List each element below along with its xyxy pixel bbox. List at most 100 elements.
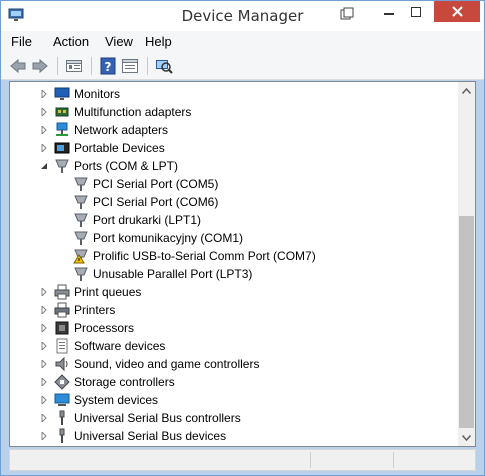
tree-item-label: Software devices — [74, 339, 166, 353]
tree-item-port-komunikacyjny-com1[interactable]: Port komunikacyjny (COM1) — [10, 229, 460, 247]
tree-item-label: Universal Serial Bus devices — [74, 429, 227, 443]
expand-icon[interactable] — [40, 432, 48, 440]
storage-controller-icon — [54, 374, 70, 390]
tree-item-port-drukarki-lpt1[interactable]: Port drukarki (LPT1) — [10, 211, 460, 229]
software-device-icon — [56, 338, 68, 354]
tree-item-sound-video-game-controllers[interactable]: Sound, video and game controllers — [10, 355, 460, 373]
close-button[interactable] — [434, 1, 480, 22]
menu-help[interactable]: Help — [145, 34, 172, 49]
menu-action[interactable]: Action — [53, 34, 89, 49]
tree-item-usb-devices[interactable]: Universal Serial Bus devices — [10, 427, 460, 445]
status-divider — [393, 452, 394, 468]
device-tree: Monitors Multifunction adapters Network … — [10, 82, 460, 446]
forward-icon[interactable] — [31, 57, 49, 75]
network-adapter-icon — [56, 122, 68, 136]
status-bar — [9, 449, 476, 471]
toolbar: ? — [1, 53, 484, 80]
expand-icon[interactable] — [40, 324, 48, 332]
port-warning-icon — [73, 249, 88, 264]
monitor-icon — [54, 87, 70, 100]
port-icon — [74, 267, 88, 281]
back-icon[interactable] — [9, 57, 27, 75]
scroll-up-button[interactable] — [458, 82, 475, 99]
tree-item-storage-controllers[interactable]: Storage controllers — [10, 373, 460, 391]
expand-icon[interactable] — [40, 108, 48, 116]
title-bar[interactable]: Device Manager — [1, 1, 484, 31]
tree-item-label: Port komunikacyjny (COM1) — [93, 231, 244, 245]
chevron-down-icon — [462, 434, 471, 441]
tree-item-label: Universal Serial Bus controllers — [74, 411, 241, 425]
expand-icon[interactable] — [40, 126, 48, 134]
device-manager-window: Device Manager File Action View Help ? M… — [0, 0, 485, 476]
expand-icon[interactable] — [40, 378, 48, 386]
tree-item-software-devices[interactable]: Software devices — [10, 337, 460, 355]
tree-item-label: Print queues — [74, 285, 142, 299]
tree-item-usb-controllers[interactable]: Universal Serial Bus controllers — [10, 409, 460, 427]
minimize-button[interactable] — [375, 1, 402, 22]
maximize-button[interactable] — [402, 1, 429, 22]
maximize-icon — [410, 6, 421, 17]
expand-icon[interactable] — [40, 306, 48, 314]
printer-icon — [54, 302, 70, 318]
system-device-icon — [54, 393, 70, 406]
svg-text:?: ? — [105, 60, 112, 74]
chevron-up-icon — [462, 87, 471, 94]
tree-item-printers[interactable]: Printers — [10, 301, 460, 319]
menu-file[interactable]: File — [11, 34, 32, 49]
tree-item-label: Multifunction adapters — [74, 105, 192, 119]
portable-device-icon — [54, 142, 70, 154]
port-icon — [74, 177, 88, 191]
tree-item-system-devices[interactable]: System devices — [10, 391, 460, 409]
tree-item-pci-serial-port-com5[interactable]: PCI Serial Port (COM5) — [10, 175, 460, 193]
scroll-down-button[interactable] — [458, 429, 475, 446]
tree-item-unusable-parallel-port-lpt3[interactable]: Unusable Parallel Port (LPT3) — [10, 265, 460, 283]
tree-item-prolific-usb-serial-com7[interactable]: Prolific USB-to-Serial Comm Port (COM7) — [10, 247, 460, 265]
vertical-scrollbar[interactable] — [458, 82, 475, 446]
tree-item-label: Sound, video and game controllers — [74, 357, 260, 371]
tree-item-multifunction-adapters[interactable]: Multifunction adapters — [10, 103, 460, 121]
help-icon[interactable]: ? — [99, 57, 117, 75]
processor-icon — [55, 321, 69, 335]
multifunction-adapter-icon — [55, 107, 69, 117]
show-hide-icon[interactable] — [121, 57, 139, 75]
scroll-thumb[interactable] — [459, 216, 474, 428]
usb-icon — [59, 410, 65, 425]
properties-icon[interactable] — [65, 57, 83, 75]
expand-icon[interactable] — [40, 90, 48, 98]
toolbar-separator — [147, 57, 148, 75]
expand-icon[interactable] — [40, 288, 48, 296]
tree-item-label: PCI Serial Port (COM5) — [93, 177, 219, 191]
tree-item-label: Portable Devices — [74, 141, 165, 155]
usb-icon — [59, 428, 65, 443]
status-divider — [310, 452, 311, 468]
scan-hardware-icon[interactable] — [155, 57, 173, 75]
tree-item-label: Unusable Parallel Port (LPT3) — [93, 267, 253, 281]
toolbar-separator — [57, 57, 58, 75]
restore-icon — [340, 7, 354, 20]
port-icon — [55, 159, 69, 173]
menu-view[interactable]: View — [105, 34, 133, 49]
device-tree-view[interactable]: Monitors Multifunction adapters Network … — [9, 81, 476, 447]
tree-item-label: Network adapters — [74, 123, 169, 137]
expand-icon[interactable] — [40, 144, 48, 152]
tree-item-label: Storage controllers — [74, 375, 175, 389]
tree-item-processors[interactable]: Processors — [10, 319, 460, 337]
expand-icon[interactable] — [40, 414, 48, 422]
tree-item-label: Monitors — [74, 87, 121, 101]
collapse-icon[interactable] — [40, 162, 48, 170]
tree-item-print-queues[interactable]: Print queues — [10, 283, 460, 301]
tree-item-ports-com-lpt[interactable]: Ports (COM & LPT) — [10, 157, 460, 175]
tree-item-label: Ports (COM & LPT) — [74, 159, 179, 173]
sound-icon — [55, 356, 68, 372]
expand-icon[interactable] — [40, 360, 48, 368]
expand-icon[interactable] — [40, 396, 48, 404]
tree-item-portable-devices[interactable]: Portable Devices — [10, 139, 460, 157]
expand-icon[interactable] — [40, 342, 48, 350]
menu-bar: File Action View Help — [1, 31, 484, 53]
tree-item-pci-serial-port-com6[interactable]: PCI Serial Port (COM6) — [10, 193, 460, 211]
tree-item-network-adapters[interactable]: Network adapters — [10, 121, 460, 139]
tree-item-label: Processors — [74, 321, 135, 335]
tree-item-monitors[interactable]: Monitors — [10, 85, 460, 103]
close-icon — [451, 6, 463, 17]
port-icon — [74, 195, 88, 209]
